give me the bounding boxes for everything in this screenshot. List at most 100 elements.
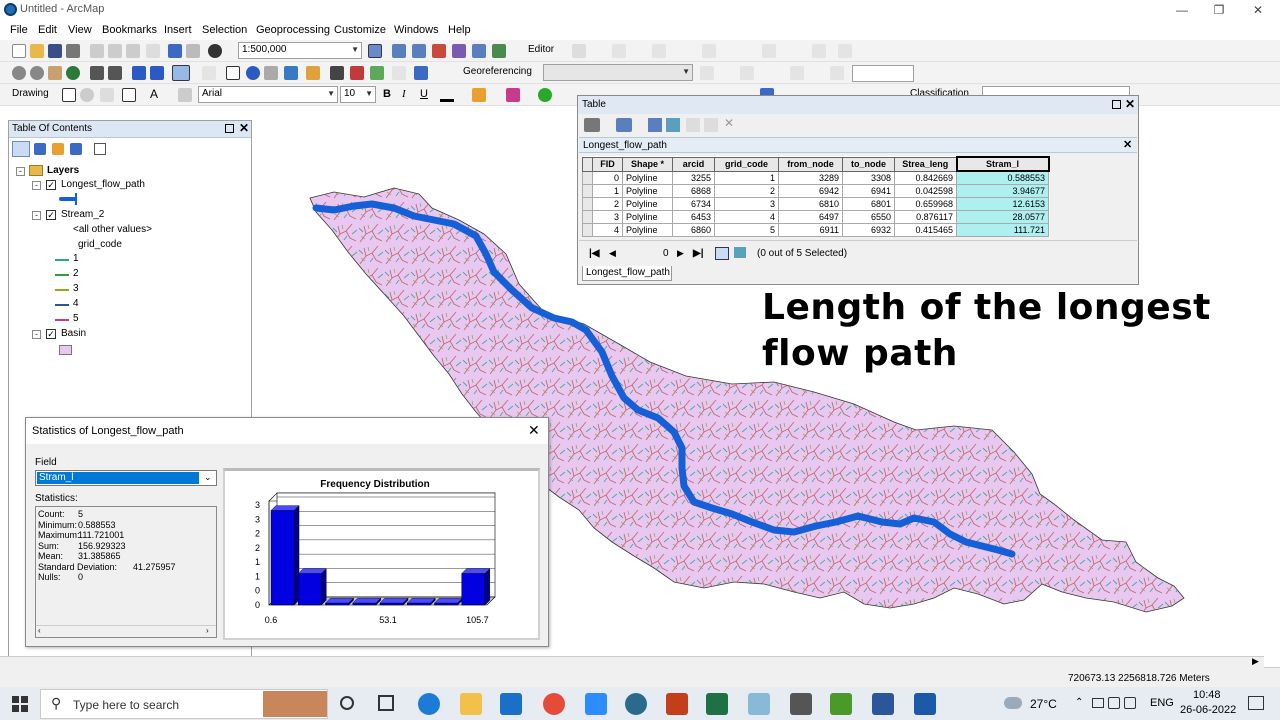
cell-fid[interactable]: 2	[592, 196, 623, 211]
class-5-symbol[interactable]	[55, 319, 69, 321]
cell-stram-l[interactable]: 28.0577	[956, 209, 1049, 224]
record-index[interactable]: 0	[663, 248, 669, 259]
layer-stream-2[interactable]: Stream_2	[61, 209, 104, 220]
maximize-button[interactable]: ❐	[1205, 2, 1233, 18]
find-icon[interactable]	[330, 66, 344, 80]
forward-extent-icon[interactable]	[150, 66, 164, 80]
windows-start-icon[interactable]	[12, 696, 28, 712]
task-view-icon[interactable]	[378, 695, 394, 711]
mail-icon[interactable]	[500, 693, 522, 715]
flowpath-visibility-checkbox[interactable]: ✓	[46, 180, 56, 190]
vertex-icon[interactable]	[762, 44, 776, 58]
list-by-source-icon[interactable]	[34, 143, 46, 155]
map-horizontal-scrollbar[interactable]: ▶	[0, 656, 1264, 668]
italic-button[interactable]: I	[402, 88, 406, 100]
taskbar-search-box[interactable]: ⚲ Type here to search	[40, 689, 328, 719]
new-document-icon[interactable]	[12, 44, 26, 58]
editor-menu[interactable]: Editor	[528, 44, 554, 55]
word-icon[interactable]	[872, 693, 894, 715]
cell-fid[interactable]: 1	[592, 183, 623, 198]
topology-icon[interactable]	[702, 44, 716, 58]
list-by-visibility-icon[interactable]	[52, 143, 64, 155]
tray-chevron-icon[interactable]: ⌃	[1075, 697, 1083, 708]
close-button[interactable]: ✕	[1244, 2, 1272, 18]
edit-tool-icon[interactable]	[572, 44, 586, 58]
cell-stram-l[interactable]: 0.588553	[956, 170, 1049, 185]
col-grid-code[interactable]: grid_code	[714, 156, 779, 172]
previous-record-icon[interactable]: ◀	[609, 248, 616, 259]
table-row[interactable]: 2 Polyline 6734 3 6810 6801 0.659968 12.…	[582, 196, 1049, 211]
cell-shape[interactable]: Polyline	[622, 183, 673, 198]
cell-arcid[interactable]: 6860	[672, 222, 715, 237]
table-options-icon[interactable]	[584, 118, 600, 132]
cortana-icon[interactable]	[340, 696, 354, 710]
zoom-in-icon[interactable]	[12, 66, 26, 80]
clear-selection-icon[interactable]	[202, 66, 216, 80]
language-indicator[interactable]: ENG	[1150, 697, 1174, 709]
cell-to-node[interactable]: 6550	[842, 209, 895, 224]
delete-selected-icon[interactable]: ✕	[724, 116, 734, 130]
menu-view[interactable]: View	[68, 24, 92, 36]
cut-icon[interactable]	[90, 44, 104, 58]
toc-float-button[interactable]	[225, 124, 234, 133]
cell-to-node[interactable]: 6932	[842, 222, 895, 237]
font-combo[interactable]: Arial ▼	[198, 86, 338, 103]
clock-time[interactable]: 10:48	[1193, 689, 1221, 701]
excel-icon[interactable]	[706, 693, 728, 715]
snipping-tool-icon[interactable]	[748, 693, 770, 715]
stream-visibility-checkbox[interactable]: ✓	[46, 210, 56, 220]
related-tables-icon[interactable]	[616, 118, 632, 132]
cell-stram-l[interactable]: 111.721	[956, 222, 1049, 237]
network-tool-icon[interactable]	[790, 693, 812, 715]
map-scale-combo[interactable]: 1:500,000 ▼	[238, 42, 362, 59]
rotate-icon[interactable]	[700, 66, 714, 80]
find-route-icon[interactable]	[350, 66, 364, 80]
model-builder-icon[interactable]	[492, 44, 506, 58]
collapse-stream-icon[interactable]: -	[32, 211, 41, 220]
clock-date[interactable]: 26-06-2022	[1180, 704, 1236, 716]
print-icon[interactable]	[66, 44, 80, 58]
zoom-whole-page-icon[interactable]	[100, 88, 114, 102]
table-window-icon[interactable]	[392, 44, 406, 58]
delete-icon[interactable]	[146, 44, 160, 58]
collapse-flowpath-icon[interactable]: -	[32, 181, 41, 190]
zoom-icon[interactable]	[585, 693, 607, 715]
row-selector-header[interactable]	[582, 156, 593, 172]
select-pointer-icon[interactable]	[62, 88, 76, 102]
underline-button[interactable]: U	[420, 88, 428, 100]
class-1-symbol[interactable]	[55, 259, 69, 261]
html-popup-icon[interactable]	[284, 66, 298, 80]
add-data-icon[interactable]	[208, 44, 222, 58]
full-extent-icon[interactable]	[66, 66, 80, 80]
editor-toolbar-icon[interactable]	[368, 44, 382, 58]
table-layer-close-icon[interactable]: ✕	[1123, 138, 1132, 151]
col-arcid[interactable]: arcid	[672, 156, 715, 172]
basin-visibility-checkbox[interactable]: ✓	[46, 329, 56, 339]
go-to-xy-icon[interactable]	[370, 66, 384, 80]
cell-fid[interactable]: 0	[592, 170, 623, 185]
cell-grid-code[interactable]: 1	[714, 170, 779, 185]
table-row[interactable]: 1 Polyline 6868 2 6942 6941 0.042598 3.9…	[582, 183, 1049, 198]
cell-arcid[interactable]: 6868	[672, 183, 715, 198]
layer-longest-flow-path[interactable]: Longest_flow_path	[61, 179, 145, 190]
menu-selection[interactable]: Selection	[202, 24, 247, 36]
pan-icon[interactable]	[48, 66, 62, 80]
cell-strea-leng[interactable]: 0.042598	[894, 183, 957, 198]
callout-icon[interactable]	[178, 88, 192, 102]
notepad-plus-icon[interactable]	[830, 693, 852, 715]
wifi-icon[interactable]	[1108, 697, 1120, 709]
powerpoint-icon[interactable]	[666, 693, 688, 715]
cell-grid-code[interactable]: 5	[714, 222, 779, 237]
table-close-icon[interactable]: ✕	[1125, 97, 1135, 111]
basin-symbol[interactable]	[59, 345, 72, 355]
link-table-icon[interactable]	[790, 66, 804, 80]
select-features-icon[interactable]	[172, 65, 190, 81]
row-selector[interactable]	[582, 183, 593, 198]
rotate-element-icon[interactable]	[80, 88, 94, 102]
col-stram-l[interactable]: Stram_l	[955, 156, 1050, 172]
stats-close-icon[interactable]: ✕	[528, 422, 540, 439]
layer-basin[interactable]: Basin	[61, 328, 86, 339]
menu-bookmarks[interactable]: Bookmarks	[102, 24, 157, 36]
measure-icon[interactable]	[306, 66, 320, 80]
rectangle-icon[interactable]	[122, 88, 136, 102]
